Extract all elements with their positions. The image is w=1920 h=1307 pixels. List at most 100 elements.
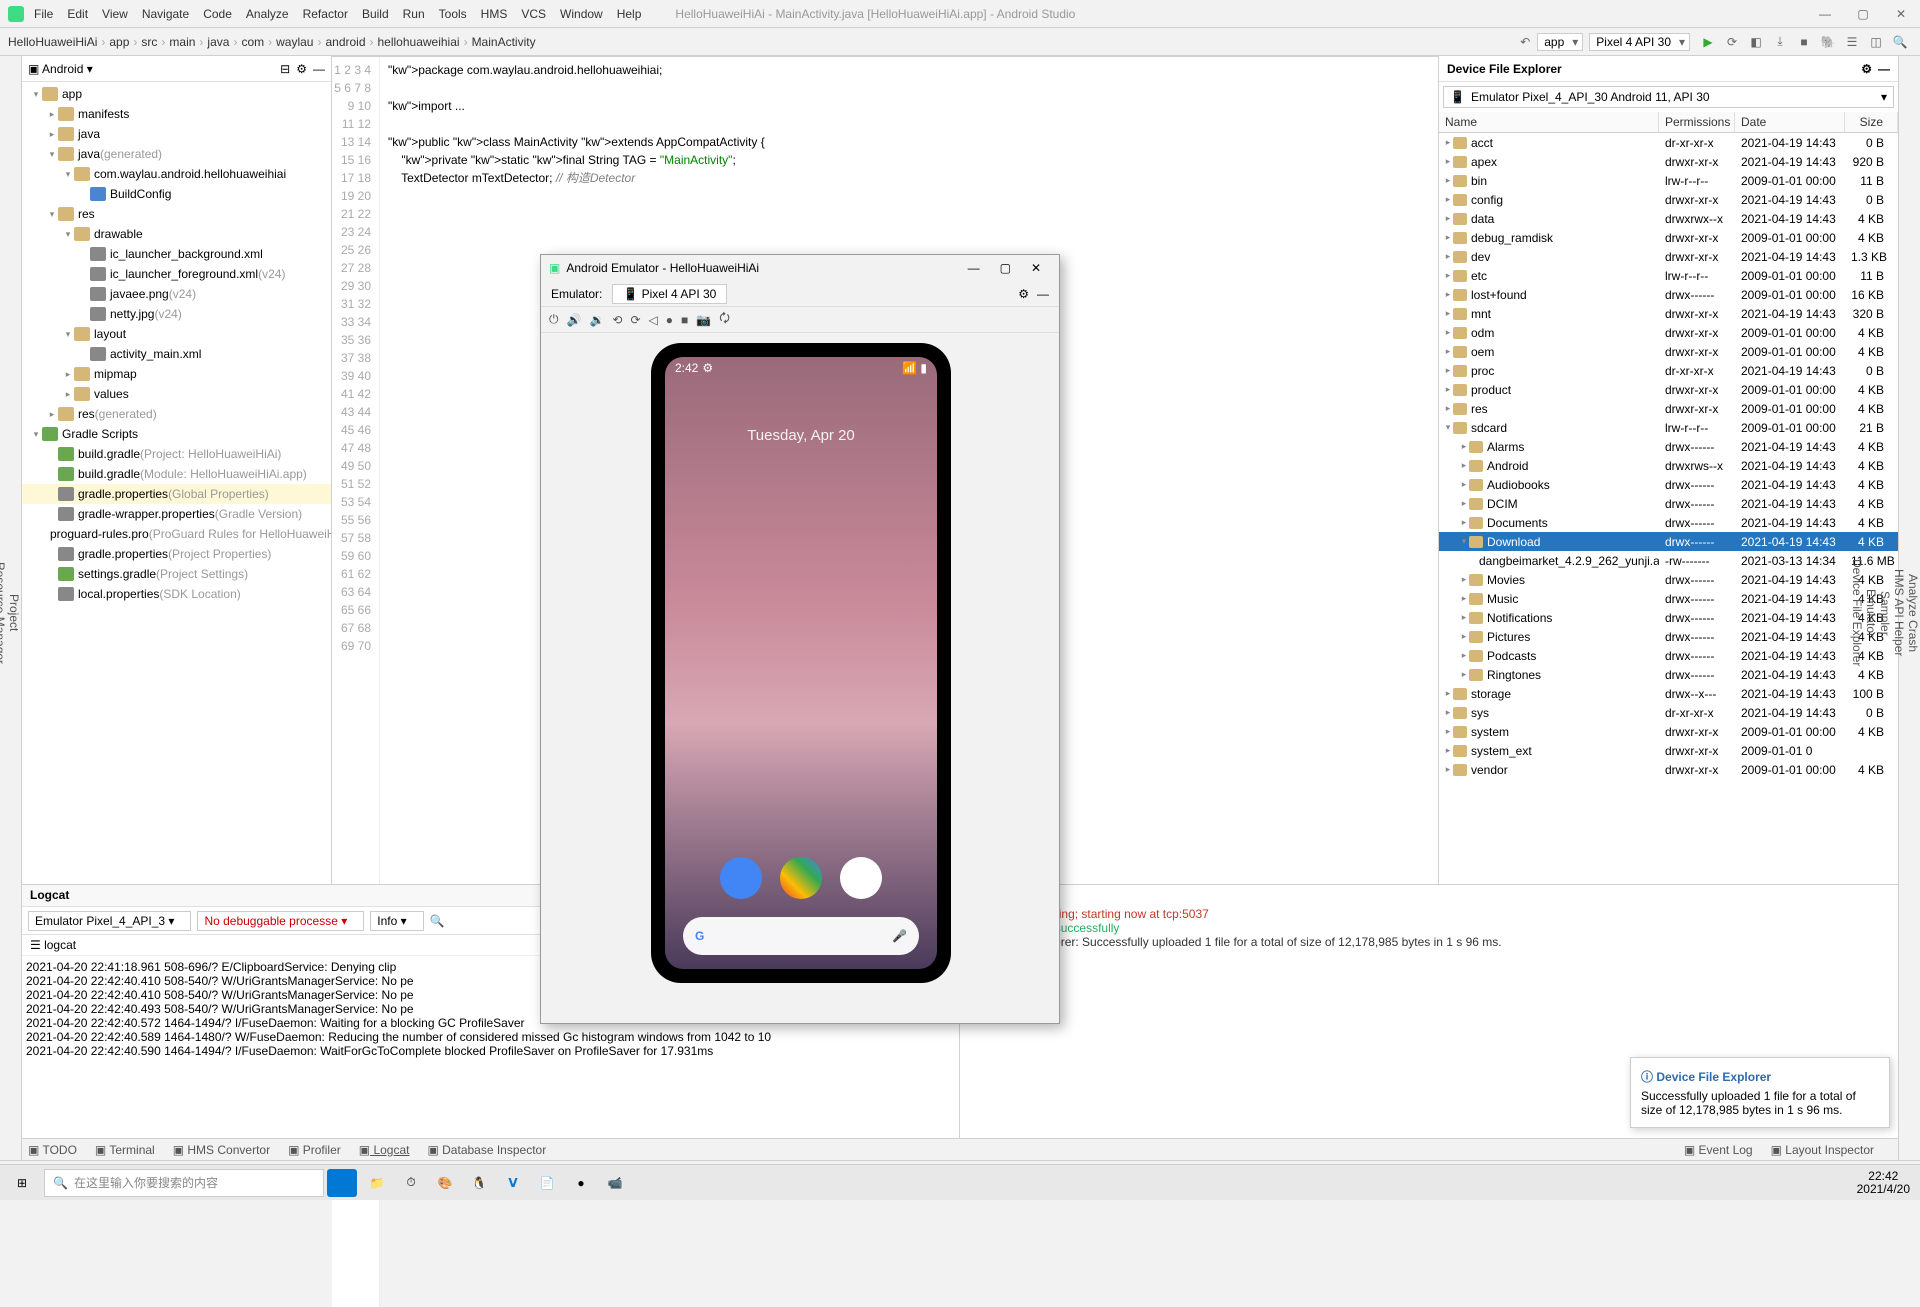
file-row[interactable]: ▸odm drwxr-xr-x2009-01-01 00:004 KB — [1439, 323, 1898, 342]
file-row[interactable]: ▸data drwxrwx--x2021-04-19 14:434 KB — [1439, 209, 1898, 228]
tree-node[interactable]: gradle.properties (Global Properties) — [22, 484, 331, 504]
tree-node[interactable]: local.properties (SDK Location) — [22, 584, 331, 604]
file-row[interactable]: ▸system_ext drwxr-xr-x2009-01-01 0 — [1439, 741, 1898, 760]
file-row[interactable]: ▸mnt drwxr-xr-x2021-04-19 14:43320 B — [1439, 304, 1898, 323]
close-button[interactable]: ✕ — [1882, 0, 1920, 28]
tool-tab[interactable]: Project — [7, 594, 21, 631]
file-row[interactable]: ▾sdcard lrw-r--r--2009-01-01 00:0021 B — [1439, 418, 1898, 437]
file-row[interactable]: ▸system drwxr-xr-x2009-01-01 00:004 KB — [1439, 722, 1898, 741]
gear-icon[interactable]: ⚙ — [1018, 287, 1029, 301]
menu-tools[interactable]: Tools — [439, 7, 467, 21]
tree-node[interactable]: build.gradle (Project: HelloHuaweiHiAi) — [22, 444, 331, 464]
chrome-app-icon[interactable] — [840, 857, 882, 899]
tree-node[interactable]: gradle.properties (Project Properties) — [22, 544, 331, 564]
rotate-left-icon[interactable]: ⟲ — [612, 313, 622, 327]
minimize-button[interactable]: — — [1806, 0, 1844, 28]
tree-node[interactable]: netty.jpg (v24) — [22, 304, 331, 324]
breadcrumb-item[interactable]: com — [241, 35, 264, 49]
logcat-device-dropdown[interactable]: Emulator Pixel_4_API_3 ▾ — [28, 911, 191, 931]
stop-icon[interactable]: ■ — [1795, 33, 1813, 51]
bottom-tab[interactable]: ▣ HMS Convertor — [173, 1143, 270, 1157]
file-row[interactable]: ▸product drwxr-xr-x2009-01-01 00:004 KB — [1439, 380, 1898, 399]
file-row[interactable]: ▸Podcasts drwx------2021-04-19 14:434 KB — [1439, 646, 1898, 665]
back-icon[interactable]: ◁ — [649, 313, 658, 327]
file-row[interactable]: ▸oem drwxr-xr-x2009-01-01 00:004 KB — [1439, 342, 1898, 361]
file-row[interactable]: ▸vendor drwxr-xr-x2009-01-01 00:004 KB — [1439, 760, 1898, 779]
task-icon[interactable]: 📄 — [530, 1165, 564, 1201]
vol-down-icon[interactable]: 🔉 — [589, 313, 604, 327]
file-row[interactable]: ▸Android drwxrws--x2021-04-19 14:434 KB — [1439, 456, 1898, 475]
overview-icon[interactable]: ■ — [681, 313, 688, 327]
breadcrumb-item[interactable]: app — [109, 35, 129, 49]
breadcrumb-item[interactable]: main — [169, 35, 195, 49]
tree-node[interactable]: settings.gradle (Project Settings) — [22, 564, 331, 584]
menu-navigate[interactable]: Navigate — [142, 7, 189, 21]
start-button[interactable]: ⊞ — [0, 1165, 44, 1201]
menu-window[interactable]: Window — [560, 7, 603, 21]
task-icon[interactable] — [327, 1169, 357, 1197]
tree-node[interactable]: ▸ values — [22, 384, 331, 404]
file-row[interactable]: ▸storage drwx--x---2021-04-19 14:43100 B — [1439, 684, 1898, 703]
task-icon[interactable]: 📁 — [360, 1165, 394, 1201]
search-icon[interactable]: 🔍 — [430, 914, 445, 928]
hide-icon[interactable]: — — [1878, 62, 1890, 76]
file-row[interactable]: ▾Download drwx------2021-04-19 14:434 KB — [1439, 532, 1898, 551]
bottom-tab[interactable]: ▣ Event Log — [1684, 1143, 1753, 1157]
tree-node[interactable]: ▸ mipmap — [22, 364, 331, 384]
tree-node[interactable]: ic_launcher_foreground.xml (v24) — [22, 264, 331, 284]
project-view-dropdown[interactable]: ▣ Android ▾ — [28, 62, 280, 76]
bottom-tab[interactable]: ▣ Database Inspector — [427, 1143, 546, 1157]
attach-icon[interactable]: ⤓ — [1771, 33, 1789, 51]
power-icon[interactable]: ⏻ — [549, 312, 559, 327]
tree-node[interactable]: proguard-rules.pro (ProGuard Rules for H… — [22, 524, 331, 544]
file-row[interactable]: ▸Music drwx------2021-04-19 14:434 KB — [1439, 589, 1898, 608]
file-row[interactable]: ▸Movies drwx------2021-04-19 14:434 KB — [1439, 570, 1898, 589]
bottom-tab[interactable]: ▣ Logcat — [359, 1143, 410, 1157]
back-icon[interactable]: ↶ — [1516, 33, 1534, 51]
play-app-icon[interactable] — [780, 857, 822, 899]
breadcrumb-item[interactable]: HelloHuaweiHiAi — [8, 35, 97, 49]
file-row[interactable]: ▸Audiobooks drwx------2021-04-19 14:434 … — [1439, 475, 1898, 494]
file-row[interactable]: ▸Documents drwx------2021-04-19 14:434 K… — [1439, 513, 1898, 532]
breadcrumb-item[interactable]: MainActivity — [472, 35, 536, 49]
task-icon[interactable]: 🎨 — [428, 1165, 462, 1201]
menu-help[interactable]: Help — [617, 7, 642, 21]
tool-tab[interactable]: Resource Manager — [0, 562, 7, 664]
hide-icon[interactable]: — — [313, 62, 325, 76]
tree-node[interactable]: ▾ Gradle Scripts — [22, 424, 331, 444]
sync-icon[interactable]: 🐘 — [1819, 33, 1837, 51]
tree-node[interactable]: ▾ app — [22, 84, 331, 104]
logcat-level-dropdown[interactable]: Info ▾ — [370, 911, 423, 931]
tree-node[interactable]: ▸ manifests — [22, 104, 331, 124]
task-icon[interactable]: 𝗩 — [496, 1165, 530, 1201]
file-row[interactable]: ▸sys dr-xr-xr-x2021-04-19 14:430 B — [1439, 703, 1898, 722]
hide-icon[interactable]: — — [1037, 287, 1049, 301]
google-search-bar[interactable]: G🎤 — [683, 917, 919, 955]
emulator-tab[interactable]: 📱 Pixel 4 API 30 — [612, 284, 727, 304]
menu-file[interactable]: File — [34, 7, 53, 21]
run-icon[interactable]: ▶ — [1699, 33, 1717, 51]
messages-app-icon[interactable] — [720, 857, 762, 899]
device-dropdown[interactable]: Pixel 4 API 30 — [1589, 33, 1690, 51]
task-icon[interactable]: ⏱ — [394, 1165, 428, 1201]
gear-icon[interactable]: ⚙ — [1861, 62, 1872, 76]
tree-node[interactable]: ▾ com.waylau.android.hellohuaweihiai — [22, 164, 331, 184]
dfe-device-dropdown[interactable]: 📱Emulator Pixel_4_API_30 Android 11, API… — [1443, 86, 1894, 108]
collapse-icon[interactable]: ⊟ — [280, 62, 290, 76]
avd-icon[interactable]: ☰ — [1843, 33, 1861, 51]
breadcrumb-item[interactable]: android — [325, 35, 365, 49]
screenshot-icon[interactable]: 📷 — [696, 313, 711, 327]
file-row[interactable]: ▸Notifications drwx------2021-04-19 14:4… — [1439, 608, 1898, 627]
phone-screen[interactable]: 2:42 ⚙📶 ▮ Tuesday, Apr 20 G🎤 — [665, 357, 937, 969]
bottom-tab[interactable]: ▣ Profiler — [288, 1143, 341, 1157]
notification-toast[interactable]: ⓘ Device File Explorer Successfully uplo… — [1630, 1057, 1890, 1128]
logcat-process-dropdown[interactable]: No debuggable processe ▾ — [197, 911, 364, 931]
file-row[interactable]: ▸acct dr-xr-xr-x2021-04-19 14:430 B — [1439, 133, 1898, 152]
vol-up-icon[interactable]: 🔊 — [567, 313, 582, 327]
tree-node[interactable]: ▾ res — [22, 204, 331, 224]
tree-node[interactable]: build.gradle (Module: HelloHuaweiHiAi.ap… — [22, 464, 331, 484]
file-row[interactable]: ▸res drwxr-xr-x2009-01-01 00:004 KB — [1439, 399, 1898, 418]
file-row[interactable]: ▸apex drwxr-xr-x2021-04-19 14:43920 B — [1439, 152, 1898, 171]
tree-node[interactable]: ▾ layout — [22, 324, 331, 344]
tree-node[interactable]: ▾ drawable — [22, 224, 331, 244]
